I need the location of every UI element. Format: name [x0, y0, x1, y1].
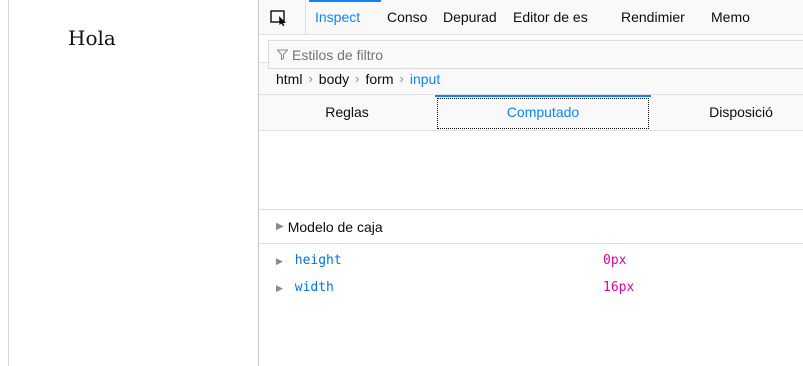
tab-style-editor[interactable]: Editor de es [507, 0, 615, 35]
property-name: width [294, 280, 334, 295]
focus-ring [437, 98, 649, 129]
tab-layout[interactable]: Disposició [651, 95, 803, 131]
expand-triangle-icon: ▶ [276, 284, 283, 294]
breadcrumb-separator: › [399, 71, 404, 86]
breadcrumb-separator: › [355, 71, 360, 86]
filter-styles-input[interactable]: Estilos de filtro [268, 40, 803, 69]
toolbar-separator [305, 0, 306, 35]
element-picker-icon [270, 10, 286, 26]
page-border [8, 0, 9, 366]
breadcrumb-item-input[interactable]: input [410, 71, 440, 87]
computed-property-row[interactable]: ▶ width 16px [276, 280, 796, 300]
devtools-toolbar: Inspect Conso Depurad Editor de es Rendi… [259, 0, 803, 35]
tab-memory[interactable]: Memo [705, 0, 765, 35]
property-name: height [294, 253, 342, 268]
breadcrumb-item-html[interactable]: html [276, 71, 302, 87]
expand-triangle-icon: ▶ [276, 221, 284, 232]
breadcrumb-item-form[interactable]: form [366, 71, 394, 87]
tab-performance[interactable]: Rendimier [615, 0, 705, 35]
breadcrumb-separator: › [308, 71, 313, 86]
tab-computed[interactable]: Computado [435, 95, 651, 131]
box-model-section[interactable]: ▶ Modelo de caja [259, 210, 803, 244]
page-content: Hola [0, 0, 258, 366]
property-value: 16px [603, 280, 635, 295]
tab-console[interactable]: Conso [381, 0, 437, 35]
filter-placeholder: Estilos de filtro [292, 46, 384, 63]
devtools-panel: Inspect Conso Depurad Editor de es Rendi… [258, 0, 803, 366]
box-model-label: Modelo de caja [287, 218, 383, 235]
property-value: 0px [603, 253, 627, 268]
computed-property-row[interactable]: ▶ height 0px [276, 253, 796, 273]
tab-debugger[interactable]: Depurad [437, 0, 507, 35]
expand-triangle-icon: ▶ [276, 257, 283, 267]
page-text: Hola [68, 26, 116, 50]
tab-inspector[interactable]: Inspect [309, 0, 381, 35]
element-picker-button[interactable] [266, 7, 292, 29]
filter-icon [277, 49, 288, 60]
devtools-tabs: Inspect Conso Depurad Editor de es Rendi… [309, 0, 765, 35]
tab-rules[interactable]: Reglas [259, 95, 435, 131]
sidebar-tabs: Reglas Computado Disposició [259, 95, 803, 131]
breadcrumb-item-body[interactable]: body [319, 71, 349, 87]
